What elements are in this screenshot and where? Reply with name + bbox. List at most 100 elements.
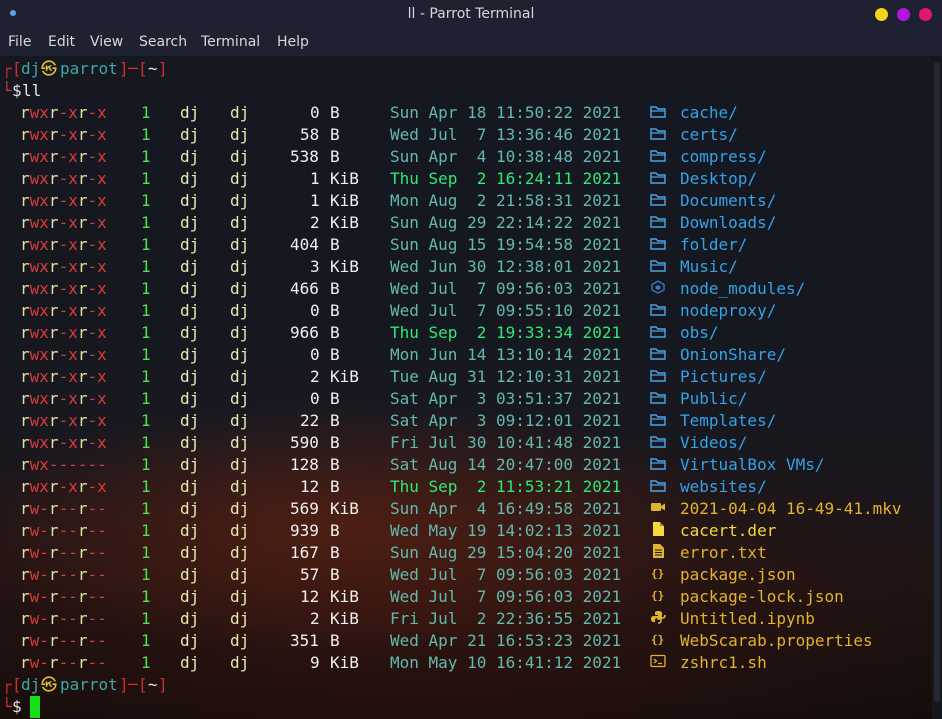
menu-help[interactable]: Help bbox=[277, 34, 309, 50]
file-name[interactable]: Music/ bbox=[680, 256, 738, 278]
file-name[interactable]: Templates/ bbox=[680, 410, 776, 432]
listing-row[interactable]: rwxr-xr-x 1 dj dj 1 KiB Mon Aug 2 21:58:31 202… bbox=[0, 190, 930, 212]
listing-row[interactable]: rwxr-xr-x 1 dj dj 58 B Wed Jul 7 13:36:46 2021… bbox=[0, 124, 930, 146]
link-count: 1 bbox=[141, 323, 151, 342]
file-name[interactable]: Videos/ bbox=[680, 432, 747, 454]
file-size: 22 bbox=[300, 411, 320, 430]
owner: dj bbox=[180, 345, 200, 364]
menu-file[interactable]: File bbox=[8, 34, 31, 50]
permissions: rwxr-xr-x bbox=[20, 257, 107, 276]
file-name[interactable]: VirtualBox VMs/ bbox=[680, 454, 825, 476]
file-name[interactable]: certs/ bbox=[680, 124, 738, 146]
file-name[interactable]: Downloads/ bbox=[680, 212, 776, 234]
permissions: rw-r--r-- bbox=[20, 521, 107, 540]
listing-row[interactable]: rwxr-xr-x 1 dj dj 0 B Mon Jun 14 13:10:14 2021… bbox=[0, 344, 930, 366]
terminal-output[interactable]: ┌ [ dj ㉿ parrot ] ─ [ ~ ] └ $ ll rwxr-xr… bbox=[0, 56, 932, 719]
json-icon: {} bbox=[650, 630, 666, 646]
listing-row[interactable]: rwxr-xr-x 1 dj dj 466 B Wed Jul 7 09:56:03 202… bbox=[0, 278, 930, 300]
link-count: 1 bbox=[141, 587, 151, 606]
modified-date: Sun Apr 4 16:49:58 2021 bbox=[390, 499, 622, 518]
file-name[interactable]: obs/ bbox=[680, 322, 719, 344]
file-name[interactable]: OnionShare/ bbox=[680, 344, 786, 366]
size-unit: B bbox=[330, 455, 340, 474]
modified-date: Wed Jul 7 09:56:03 2021 bbox=[390, 279, 622, 298]
file-size: 466 bbox=[290, 279, 319, 298]
listing-row[interactable]: rwxr-xr-x 1 dj dj 0 B Sun Apr 18 11:50:22 2021… bbox=[0, 102, 930, 124]
file-size: 12 bbox=[300, 477, 320, 496]
file-name[interactable]: nodeproxy/ bbox=[680, 300, 776, 322]
owner: dj bbox=[180, 455, 200, 474]
listing-row[interactable]: rwxr-xr-x 1 dj dj 0 B Sat Apr 3 03:51:37 2021 P… bbox=[0, 388, 930, 410]
file-name[interactable]: Documents/ bbox=[680, 190, 776, 212]
owner: dj bbox=[180, 191, 200, 210]
file-name[interactable]: cacert.der bbox=[680, 520, 776, 542]
file-name[interactable]: cache/ bbox=[680, 102, 738, 124]
listing-row[interactable]: rw-r--r-- 1 dj dj 167 B Sun Aug 29 15:04:20 20… bbox=[0, 542, 930, 564]
group: dj bbox=[230, 521, 250, 540]
file-name[interactable]: error.txt bbox=[680, 542, 767, 564]
file-name[interactable]: zshrc1.sh bbox=[680, 652, 767, 674]
file-name[interactable]: websites/ bbox=[680, 476, 767, 498]
menu-search[interactable]: Search bbox=[139, 34, 187, 50]
file-name[interactable]: node_modules/ bbox=[680, 278, 805, 300]
link-count: 1 bbox=[141, 235, 151, 254]
file-name[interactable]: folder/ bbox=[680, 234, 747, 256]
owner: dj bbox=[180, 543, 200, 562]
size-unit: KiB bbox=[330, 367, 359, 386]
listing-row[interactable]: rwxr-xr-x 1 dj dj 3 KiB Wed Jun 30 12:38:01 20… bbox=[0, 256, 930, 278]
permissions: rwxr-xr-x bbox=[20, 301, 107, 320]
group: dj bbox=[230, 587, 250, 606]
listing-row[interactable]: rw-r--r-- 1 dj dj 569 KiB Sun Apr 4 16:49:58 2… bbox=[0, 498, 930, 520]
size-unit: B bbox=[330, 389, 340, 408]
modified-date: Wed Jul 7 13:36:46 2021 bbox=[390, 125, 622, 144]
listing-row[interactable]: rwxr-xr-x 1 dj dj 0 B Wed Jul 7 09:55:10 2021 n… bbox=[0, 300, 930, 322]
menu-view[interactable]: View bbox=[90, 34, 123, 50]
file-name[interactable]: 2021-04-04 16-49-41.mkv bbox=[680, 498, 902, 520]
scrollbar[interactable] bbox=[932, 56, 942, 719]
permissions: rwxr-xr-x bbox=[20, 411, 107, 430]
listing-row[interactable]: rwxr-xr-x 1 dj dj 966 B Thu Sep 2 19:33:34 202… bbox=[0, 322, 930, 344]
file-name[interactable]: Untitled.ipynb bbox=[680, 608, 815, 630]
listing-row[interactable]: rwxr-xr-x 1 dj dj 1 KiB Thu Sep 2 16:24:11 202… bbox=[0, 168, 930, 190]
listing-row[interactable]: rw-r--r-- 1 dj dj 2 KiB Fri Jul 2 22:36:55 202… bbox=[0, 608, 930, 630]
size-unit: B bbox=[330, 301, 340, 320]
listing-row[interactable]: rwxr-xr-x 1 dj dj 2 KiB Sun Aug 29 22:14:22 20… bbox=[0, 212, 930, 234]
listing-row[interactable]: rwxr-xr-x 1 dj dj 12 B Thu Sep 2 11:53:21 2021… bbox=[0, 476, 930, 498]
listing-row[interactable]: rwxr-xr-x 1 dj dj 590 B Fri Jul 30 10:41:48 20… bbox=[0, 432, 930, 454]
link-count: 1 bbox=[141, 301, 151, 320]
menu-edit[interactable]: Edit bbox=[48, 34, 75, 50]
file-size: 58 bbox=[300, 125, 320, 144]
group: dj bbox=[230, 477, 250, 496]
listing-row[interactable]: rw-r--r-- 1 dj dj 9 KiB Mon May 10 16:41:12 20… bbox=[0, 652, 930, 674]
listing-row[interactable]: rwxr-xr-x 1 dj dj 22 B Sat Apr 3 09:12:01 2021… bbox=[0, 410, 930, 432]
minimize-button[interactable] bbox=[875, 8, 888, 21]
command-line[interactable]: └ $ bbox=[0, 696, 40, 718]
file-name[interactable]: compress/ bbox=[680, 146, 767, 168]
permissions: rw-r--r-- bbox=[20, 653, 107, 672]
listing-row[interactable]: rw-r--r-- 1 dj dj 12 KiB Wed Jul 7 09:56:03 20… bbox=[0, 586, 930, 608]
menu-terminal[interactable]: Terminal bbox=[201, 34, 260, 50]
listing-row[interactable]: rw-r--r-- 1 dj dj 939 B Wed May 19 14:02:13 20… bbox=[0, 520, 930, 542]
scrollbar-thumb[interactable] bbox=[934, 62, 940, 702]
prompt-bracket: ] bbox=[158, 59, 168, 78]
owner: dj bbox=[180, 411, 200, 430]
file-name[interactable]: Desktop/ bbox=[680, 168, 757, 190]
listing-row[interactable]: rwxr-xr-x 1 dj dj 538 B Sun Apr 4 10:38:48 202… bbox=[0, 146, 930, 168]
size-unit: B bbox=[330, 477, 340, 496]
file-name[interactable]: package-lock.json bbox=[680, 586, 844, 608]
listing-row[interactable]: rwxr-xr-x 1 dj dj 404 B Sun Aug 15 19:54:58 20… bbox=[0, 234, 930, 256]
listing-row[interactable]: rw-r--r-- 1 dj dj 57 B Wed Jul 7 09:56:03 2021… bbox=[0, 564, 930, 586]
size-unit: B bbox=[330, 103, 340, 122]
file-name[interactable]: Public/ bbox=[680, 388, 747, 410]
file-name[interactable]: package.json bbox=[680, 564, 796, 586]
modified-date: Fri Jul 30 10:41:48 2021 bbox=[390, 433, 622, 452]
file-name[interactable]: Pictures/ bbox=[680, 366, 767, 388]
listing-row[interactable]: rw-r--r-- 1 dj dj 351 B Wed Apr 21 16:53:23 20… bbox=[0, 630, 930, 652]
owner: dj bbox=[180, 169, 200, 188]
maximize-button[interactable] bbox=[897, 8, 910, 21]
file-size: 0 bbox=[310, 103, 320, 122]
listing-row[interactable]: rwxr-xr-x 1 dj dj 2 KiB Tue Aug 31 12:10:31 20… bbox=[0, 366, 930, 388]
close-button[interactable] bbox=[919, 8, 932, 21]
listing-row[interactable]: rwx------ 1 dj dj 128 B Sat Aug 14 20:47:00 20… bbox=[0, 454, 930, 476]
file-name[interactable]: WebScarab.properties bbox=[680, 630, 873, 652]
